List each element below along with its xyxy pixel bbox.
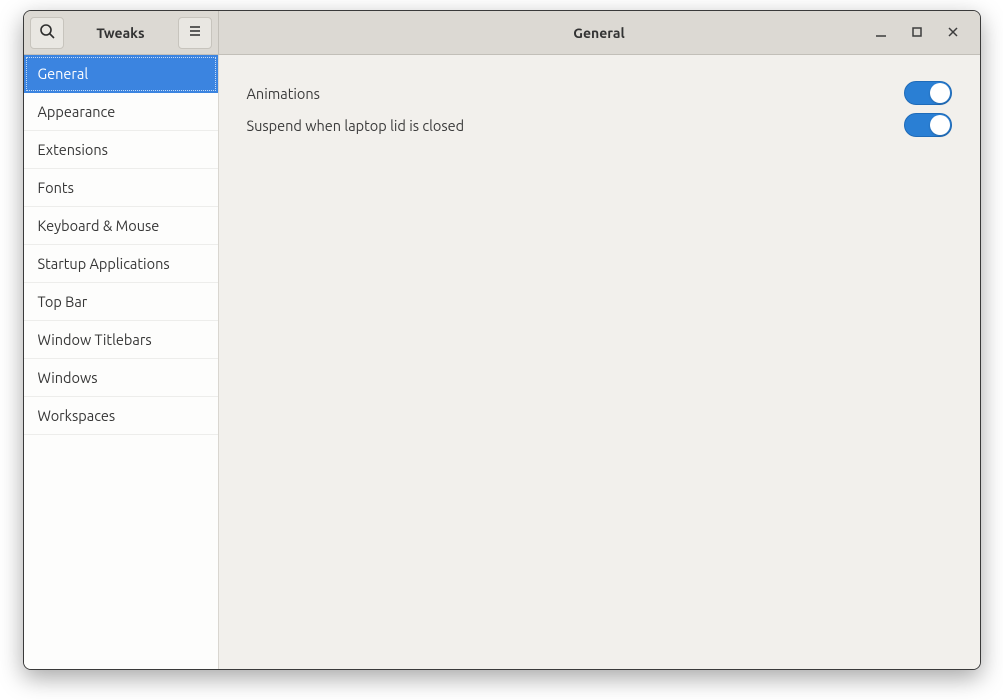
close-icon (947, 24, 959, 42)
sidebar-item-label: Workspaces (38, 407, 116, 424)
sidebar-item-startup-applications[interactable]: Startup Applications (24, 245, 218, 283)
window-body: General Appearance Extensions Fonts Keyboard… (24, 55, 980, 669)
sidebar: General Appearance Extensions Fonts Keyboard… (24, 55, 219, 669)
sidebar-item-label: Fonts (38, 179, 74, 196)
sidebar-item-top-bar[interactable]: Top Bar (24, 283, 218, 321)
maximize-icon (911, 24, 923, 42)
sidebar-item-label: Extensions (38, 141, 108, 158)
sidebar-item-general[interactable]: General (24, 55, 218, 93)
sidebar-item-keyboard-mouse[interactable]: Keyboard & Mouse (24, 207, 218, 245)
sidebar-item-windows[interactable]: Windows (24, 359, 218, 397)
app-title: Tweaks (68, 25, 174, 41)
sidebar-item-label: Appearance (38, 103, 116, 120)
titlebar: Tweaks General (24, 11, 980, 55)
toggle-animations[interactable] (904, 81, 952, 105)
hamburger-icon (187, 23, 203, 43)
setting-row-suspend-when-laptop-lid-is-closed: Suspend when laptop lid is closed (247, 109, 952, 141)
sidebar-item-label: Keyboard & Mouse (38, 217, 160, 234)
minimize-icon (875, 24, 887, 42)
sidebar-item-label: Startup Applications (38, 255, 170, 272)
setting-label: Suspend when laptop lid is closed (247, 117, 465, 134)
sidebar-item-label: Windows (38, 369, 98, 386)
app-window: Tweaks General (23, 10, 981, 670)
menu-button[interactable] (178, 17, 212, 49)
sidebar-item-label: Window Titlebars (38, 331, 152, 348)
search-button[interactable] (30, 17, 64, 49)
sidebar-item-workspaces[interactable]: Workspaces (24, 397, 218, 435)
setting-row-animations: Animations (247, 77, 952, 109)
minimize-button[interactable] (872, 24, 890, 42)
sidebar-item-appearance[interactable]: Appearance (24, 93, 218, 131)
titlebar-right-section: General (219, 11, 980, 54)
close-button[interactable] (944, 24, 962, 42)
titlebar-left-section: Tweaks (24, 11, 219, 54)
sidebar-item-label: Top Bar (38, 293, 88, 310)
setting-label: Animations (247, 85, 320, 102)
sidebar-item-window-titlebars[interactable]: Window Titlebars (24, 321, 218, 359)
window-controls (872, 11, 972, 54)
sidebar-item-extensions[interactable]: Extensions (24, 131, 218, 169)
sidebar-item-label: General (38, 65, 89, 82)
sidebar-item-fonts[interactable]: Fonts (24, 169, 218, 207)
toggle-suspend-when-laptop-lid-is-closed[interactable] (904, 113, 952, 137)
maximize-button[interactable] (908, 24, 926, 42)
page-title: General (219, 25, 980, 41)
search-icon (39, 23, 55, 43)
content-pane: Animations Suspend when laptop lid is clo… (219, 55, 980, 669)
